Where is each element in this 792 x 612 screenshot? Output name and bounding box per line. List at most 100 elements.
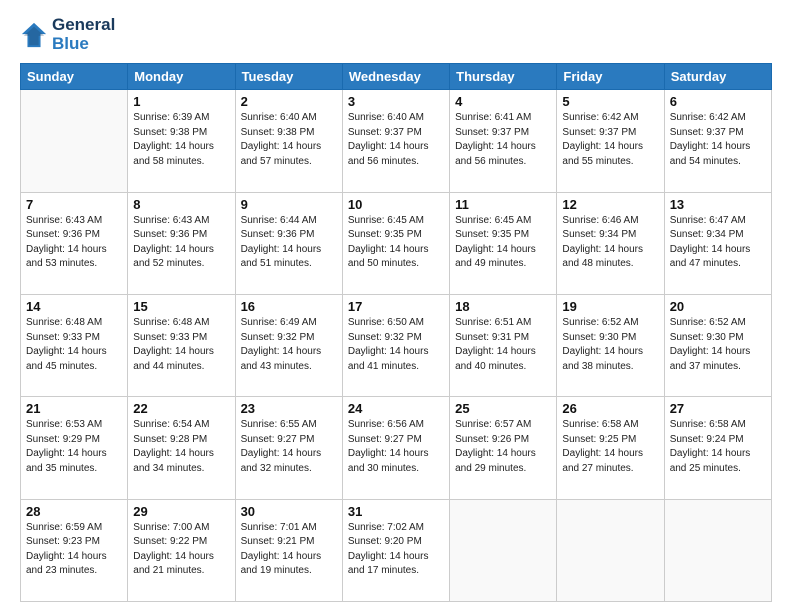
day-number: 16 <box>241 299 337 314</box>
cell-info: Sunrise: 6:40 AMSunset: 9:38 PMDaylight:… <box>241 112 322 167</box>
table-row: 4 Sunrise: 6:41 AMSunset: 9:37 PMDayligh… <box>450 90 557 192</box>
day-number: 1 <box>133 94 229 109</box>
cell-info: Sunrise: 6:42 AMSunset: 9:37 PMDaylight:… <box>670 112 751 167</box>
cell-info: Sunrise: 6:58 AMSunset: 9:25 PMDaylight:… <box>562 419 643 474</box>
cell-info: Sunrise: 6:54 AMSunset: 9:28 PMDaylight:… <box>133 419 214 474</box>
table-row: 27 Sunrise: 6:58 AMSunset: 9:24 PMDaylig… <box>664 397 771 499</box>
cell-info: Sunrise: 6:53 AMSunset: 9:29 PMDaylight:… <box>26 419 107 474</box>
cell-info: Sunrise: 6:44 AMSunset: 9:36 PMDaylight:… <box>241 215 322 270</box>
cell-info: Sunrise: 6:56 AMSunset: 9:27 PMDaylight:… <box>348 419 429 474</box>
day-number: 18 <box>455 299 551 314</box>
day-number: 15 <box>133 299 229 314</box>
cell-info: Sunrise: 6:42 AMSunset: 9:37 PMDaylight:… <box>562 112 643 167</box>
day-number: 21 <box>26 401 122 416</box>
cell-info: Sunrise: 6:48 AMSunset: 9:33 PMDaylight:… <box>26 317 107 372</box>
day-number: 27 <box>670 401 766 416</box>
cell-info: Sunrise: 6:51 AMSunset: 9:31 PMDaylight:… <box>455 317 536 372</box>
day-number: 14 <box>26 299 122 314</box>
table-row: 19 Sunrise: 6:52 AMSunset: 9:30 PMDaylig… <box>557 295 664 397</box>
col-friday: Friday <box>557 64 664 90</box>
table-row: 29 Sunrise: 7:00 AMSunset: 9:22 PMDaylig… <box>128 499 235 601</box>
cell-info: Sunrise: 6:52 AMSunset: 9:30 PMDaylight:… <box>562 317 643 372</box>
day-number: 26 <box>562 401 658 416</box>
table-row <box>664 499 771 601</box>
cell-info: Sunrise: 6:59 AMSunset: 9:23 PMDaylight:… <box>26 522 107 577</box>
page: General Blue Sunday Monday Tuesday Wedne… <box>0 0 792 612</box>
logo: General Blue <box>20 16 115 53</box>
table-row: 24 Sunrise: 6:56 AMSunset: 9:27 PMDaylig… <box>342 397 449 499</box>
cell-info: Sunrise: 7:00 AMSunset: 9:22 PMDaylight:… <box>133 522 214 577</box>
logo-text-general: General <box>52 16 115 35</box>
header: General Blue <box>20 16 772 53</box>
table-row: 6 Sunrise: 6:42 AMSunset: 9:37 PMDayligh… <box>664 90 771 192</box>
day-number: 6 <box>670 94 766 109</box>
cell-info: Sunrise: 6:45 AMSunset: 9:35 PMDaylight:… <box>455 215 536 270</box>
table-row: 26 Sunrise: 6:58 AMSunset: 9:25 PMDaylig… <box>557 397 664 499</box>
logo-text-blue: Blue <box>52 35 115 54</box>
table-row: 20 Sunrise: 6:52 AMSunset: 9:30 PMDaylig… <box>664 295 771 397</box>
col-saturday: Saturday <box>664 64 771 90</box>
table-row <box>557 499 664 601</box>
col-thursday: Thursday <box>450 64 557 90</box>
table-row: 1 Sunrise: 6:39 AMSunset: 9:38 PMDayligh… <box>128 90 235 192</box>
calendar-header-row: Sunday Monday Tuesday Wednesday Thursday… <box>21 64 772 90</box>
day-number: 25 <box>455 401 551 416</box>
table-row: 10 Sunrise: 6:45 AMSunset: 9:35 PMDaylig… <box>342 192 449 294</box>
day-number: 8 <box>133 197 229 212</box>
day-number: 22 <box>133 401 229 416</box>
day-number: 30 <box>241 504 337 519</box>
day-number: 24 <box>348 401 444 416</box>
cell-info: Sunrise: 6:52 AMSunset: 9:30 PMDaylight:… <box>670 317 751 372</box>
day-number: 23 <box>241 401 337 416</box>
table-row: 31 Sunrise: 7:02 AMSunset: 9:20 PMDaylig… <box>342 499 449 601</box>
day-number: 2 <box>241 94 337 109</box>
logo-icon <box>20 21 48 49</box>
table-row: 2 Sunrise: 6:40 AMSunset: 9:38 PMDayligh… <box>235 90 342 192</box>
day-number: 7 <box>26 197 122 212</box>
day-number: 13 <box>670 197 766 212</box>
table-row: 13 Sunrise: 6:47 AMSunset: 9:34 PMDaylig… <box>664 192 771 294</box>
table-row: 7 Sunrise: 6:43 AMSunset: 9:36 PMDayligh… <box>21 192 128 294</box>
table-row: 12 Sunrise: 6:46 AMSunset: 9:34 PMDaylig… <box>557 192 664 294</box>
calendar-week-row: 7 Sunrise: 6:43 AMSunset: 9:36 PMDayligh… <box>21 192 772 294</box>
cell-info: Sunrise: 6:45 AMSunset: 9:35 PMDaylight:… <box>348 215 429 270</box>
calendar-week-row: 14 Sunrise: 6:48 AMSunset: 9:33 PMDaylig… <box>21 295 772 397</box>
day-number: 29 <box>133 504 229 519</box>
cell-info: Sunrise: 6:58 AMSunset: 9:24 PMDaylight:… <box>670 419 751 474</box>
cell-info: Sunrise: 6:48 AMSunset: 9:33 PMDaylight:… <box>133 317 214 372</box>
table-row: 21 Sunrise: 6:53 AMSunset: 9:29 PMDaylig… <box>21 397 128 499</box>
table-row: 16 Sunrise: 6:49 AMSunset: 9:32 PMDaylig… <box>235 295 342 397</box>
cell-info: Sunrise: 6:49 AMSunset: 9:32 PMDaylight:… <box>241 317 322 372</box>
calendar-week-row: 21 Sunrise: 6:53 AMSunset: 9:29 PMDaylig… <box>21 397 772 499</box>
calendar-week-row: 1 Sunrise: 6:39 AMSunset: 9:38 PMDayligh… <box>21 90 772 192</box>
calendar-table: Sunday Monday Tuesday Wednesday Thursday… <box>20 63 772 602</box>
cell-info: Sunrise: 6:46 AMSunset: 9:34 PMDaylight:… <box>562 215 643 270</box>
day-number: 17 <box>348 299 444 314</box>
day-number: 3 <box>348 94 444 109</box>
day-number: 5 <box>562 94 658 109</box>
cell-info: Sunrise: 6:55 AMSunset: 9:27 PMDaylight:… <box>241 419 322 474</box>
day-number: 19 <box>562 299 658 314</box>
day-number: 10 <box>348 197 444 212</box>
cell-info: Sunrise: 6:47 AMSunset: 9:34 PMDaylight:… <box>670 215 751 270</box>
cell-info: Sunrise: 6:50 AMSunset: 9:32 PMDaylight:… <box>348 317 429 372</box>
day-number: 20 <box>670 299 766 314</box>
table-row: 14 Sunrise: 6:48 AMSunset: 9:33 PMDaylig… <box>21 295 128 397</box>
col-tuesday: Tuesday <box>235 64 342 90</box>
day-number: 12 <box>562 197 658 212</box>
table-row <box>450 499 557 601</box>
table-row: 15 Sunrise: 6:48 AMSunset: 9:33 PMDaylig… <box>128 295 235 397</box>
cell-info: Sunrise: 6:39 AMSunset: 9:38 PMDaylight:… <box>133 112 214 167</box>
cell-info: Sunrise: 7:02 AMSunset: 9:20 PMDaylight:… <box>348 522 429 577</box>
cell-info: Sunrise: 7:01 AMSunset: 9:21 PMDaylight:… <box>241 522 322 577</box>
cell-info: Sunrise: 6:40 AMSunset: 9:37 PMDaylight:… <box>348 112 429 167</box>
col-monday: Monday <box>128 64 235 90</box>
cell-info: Sunrise: 6:57 AMSunset: 9:26 PMDaylight:… <box>455 419 536 474</box>
day-number: 28 <box>26 504 122 519</box>
table-row: 18 Sunrise: 6:51 AMSunset: 9:31 PMDaylig… <box>450 295 557 397</box>
cell-info: Sunrise: 6:43 AMSunset: 9:36 PMDaylight:… <box>133 215 214 270</box>
table-row: 30 Sunrise: 7:01 AMSunset: 9:21 PMDaylig… <box>235 499 342 601</box>
table-row: 23 Sunrise: 6:55 AMSunset: 9:27 PMDaylig… <box>235 397 342 499</box>
table-row: 8 Sunrise: 6:43 AMSunset: 9:36 PMDayligh… <box>128 192 235 294</box>
table-row: 9 Sunrise: 6:44 AMSunset: 9:36 PMDayligh… <box>235 192 342 294</box>
